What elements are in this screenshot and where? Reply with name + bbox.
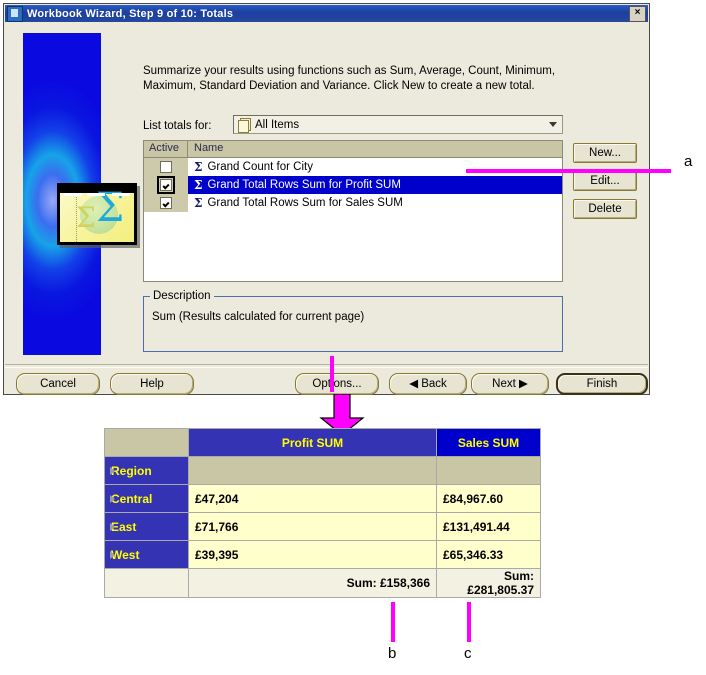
workbook-wizard-dialog: Workbook Wizard, Step 9 of 10: Totals × … (3, 3, 650, 395)
table-row: West £39,395 £65,346.33 (104, 540, 541, 569)
new-button[interactable]: New... (573, 143, 637, 163)
delete-button[interactable]: Delete (573, 199, 637, 219)
totals-list-header: Active Name (144, 141, 562, 158)
edit-button[interactable]: Edit... (573, 171, 637, 191)
name-cell: Σ Grand Count for City (188, 158, 562, 176)
description-groupbox: Description Sum (Results calculated for … (143, 290, 563, 352)
table-footer-row: Sum: £158,366 Sum: £281,805.37 (104, 568, 541, 598)
active-checkbox-1[interactable] (157, 176, 175, 194)
footer-sales-sum: Sum: £281,805.37 (436, 568, 541, 598)
footer-profit-sum: Sum: £158,366 (188, 568, 437, 598)
row-header-central[interactable]: Central (104, 484, 189, 513)
active-checkbox-0[interactable] (160, 161, 172, 173)
help-button[interactable]: Help (110, 373, 194, 395)
description-text: Sum (Results calculated for current page… (152, 311, 365, 323)
result-table: Profit SUM Sales SUM Region Central £47,… (104, 428, 541, 598)
row-header-region-label: Region (111, 463, 152, 478)
sigma-icon: Σ (194, 196, 203, 210)
table-row-region: Region (104, 456, 541, 485)
callout-line-b (391, 602, 395, 642)
callout-label-b: b (388, 645, 397, 662)
row-header-region[interactable]: Region (104, 456, 189, 485)
active-cell (144, 194, 188, 212)
active-checkbox-2[interactable] (160, 197, 172, 209)
dialog-divider (5, 364, 648, 368)
callout-label-c: c (464, 645, 472, 662)
total-name-1: Grand Total Rows Sum for Profit SUM (207, 179, 401, 191)
totals-list-row-1[interactable]: Σ Grand Total Rows Sum for Profit SUM (144, 176, 562, 194)
chevron-down-icon[interactable] (549, 122, 557, 127)
options-button[interactable]: Options... (295, 373, 379, 395)
list-totals-label: List totals for: (143, 120, 212, 132)
sigma-icon: Σ (194, 178, 203, 192)
name-cell: Σ Grand Total Rows Sum for Sales SUM (188, 194, 562, 212)
all-items-icon (238, 118, 251, 133)
next-button[interactable]: Next ▶ (471, 373, 549, 395)
table-header-row: Profit SUM Sales SUM (104, 428, 541, 457)
callout-line-c (467, 602, 471, 642)
dialog-titlebar[interactable]: Workbook Wizard, Step 9 of 10: Totals × (5, 5, 648, 22)
row-label-west: West (111, 547, 140, 562)
finish-button[interactable]: Finish (556, 373, 648, 395)
expand-triangle-icon[interactable] (110, 466, 115, 475)
description-group-title: Description (150, 290, 214, 302)
dialog-body: Σ Σ Summarize your results using functio… (5, 22, 648, 395)
table-corner-cell (104, 428, 189, 457)
back-button[interactable]: ◀ Back (389, 373, 467, 395)
row-header-west[interactable]: West (104, 540, 189, 569)
totals-list-row-0[interactable]: Σ Grand Count for City (144, 158, 562, 176)
column-header-sales-sum[interactable]: Sales SUM (436, 428, 541, 457)
sigma-worksheet-icon: Σ Σ (57, 183, 137, 245)
dialog-title: Workbook Wizard, Step 9 of 10: Totals (27, 7, 234, 20)
name-cell: Σ Grand Total Rows Sum for Profit SUM (188, 176, 562, 194)
list-totals-select[interactable]: All Items (233, 115, 563, 134)
row-header-east[interactable]: East (104, 512, 189, 541)
active-cell (144, 176, 188, 194)
cell-east-sales: £131,491.44 (436, 512, 541, 541)
callout-label-a: a (684, 153, 693, 170)
cell-central-profit: £47,204 (188, 484, 437, 513)
row-label-central: Central (111, 491, 153, 506)
list-totals-value: All Items (255, 118, 300, 131)
total-name-2: Grand Total Rows Sum for Sales SUM (207, 197, 403, 209)
callout-line-options (330, 356, 334, 392)
column-header-name: Name (194, 142, 224, 154)
callout-line-a (466, 169, 671, 173)
table-row: Central £47,204 £84,967.60 (104, 484, 541, 513)
sigma-icon: Σ (194, 160, 203, 174)
active-cell (144, 158, 188, 176)
expand-triangle-icon[interactable] (110, 494, 115, 503)
totals-list-row-2[interactable]: Σ Grand Total Rows Sum for Sales SUM (144, 194, 562, 212)
sigma-shadow-glyph: Σ (76, 201, 96, 234)
region-sales-blank (436, 456, 541, 485)
wizard-icon (7, 5, 23, 22)
region-profit-blank (188, 456, 437, 485)
close-icon[interactable]: × (629, 5, 646, 22)
wizard-banner: Σ Σ (23, 33, 137, 355)
intro-text: Summarize your results using functions s… (143, 65, 556, 92)
column-header-active: Active (144, 141, 188, 157)
cell-west-profit: £39,395 (188, 540, 437, 569)
footer-corner-cell (104, 568, 189, 598)
expand-triangle-icon[interactable] (110, 550, 115, 559)
total-name-0: Grand Count for City (207, 161, 313, 173)
table-row: East £71,766 £131,491.44 (104, 512, 541, 541)
totals-listbox[interactable]: Active Name Σ Grand Count for City Σ Gra… (143, 140, 563, 282)
cell-central-sales: £84,967.60 (436, 484, 541, 513)
screenshot-root: Workbook Wizard, Step 9 of 10: Totals × … (0, 0, 706, 675)
cell-east-profit: £71,766 (188, 512, 437, 541)
cancel-button[interactable]: Cancel (16, 373, 100, 395)
column-header-profit-sum[interactable]: Profit SUM (188, 428, 437, 457)
expand-triangle-icon[interactable] (110, 522, 115, 531)
cell-west-sales: £65,346.33 (436, 540, 541, 569)
